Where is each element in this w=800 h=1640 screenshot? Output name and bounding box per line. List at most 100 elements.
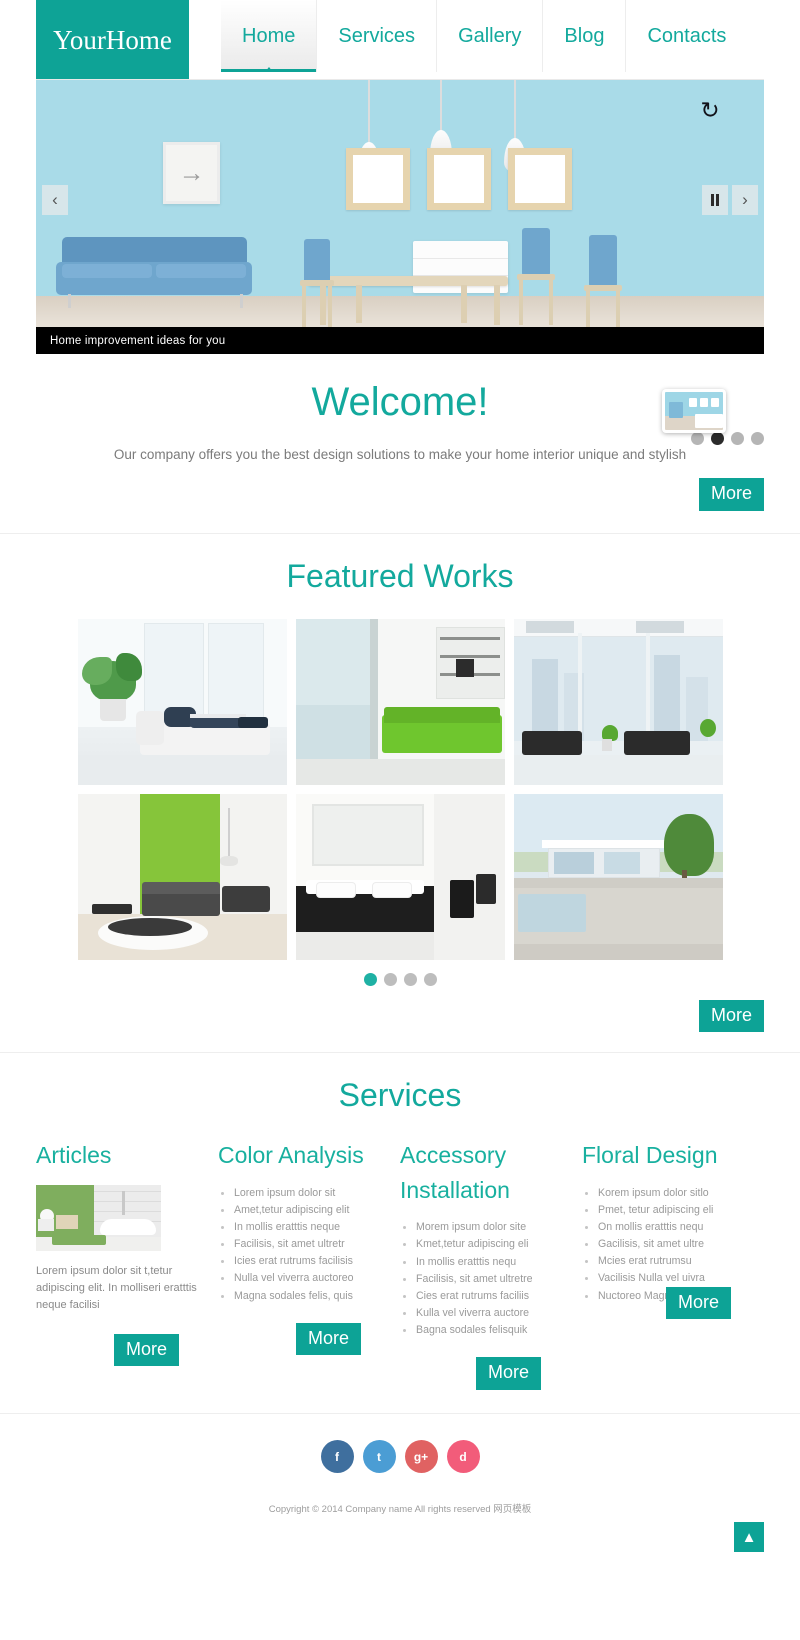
service-column-floral-design: Floral Design Korem ipsum dolor sitlo Pm… [582,1138,764,1395]
social-label: f [335,1449,339,1464]
list-item[interactable]: Korem ipsum dolor sitlo [582,1185,746,1202]
slide-caption: Home improvement ideas for you [36,327,764,354]
list-item[interactable]: Kmet,tetur adipiscing eli [400,1236,564,1253]
twitter-icon[interactable]: t [362,1440,396,1474]
color-analysis-more-button[interactable]: More [296,1322,362,1356]
refresh-icon[interactable]: ↻ [698,98,722,122]
nav-label: Home [242,24,296,47]
work-thumb-3[interactable] [513,618,723,785]
list-item[interactable]: Facilisis, sit amet ultretre [400,1271,564,1288]
list-item[interactable]: Facilisis, sit amet ultretr [218,1236,382,1253]
hero-slider[interactable]: → ↻ ‹ › Home improvement ideas for you [36,80,764,354]
nav-label: Gallery [458,24,522,47]
service-heading: Color Analysis [218,1142,364,1169]
social-label: g+ [413,1449,429,1464]
accessory-more-button[interactable]: More [476,1357,542,1390]
nav-item-blog[interactable]: Blog [542,0,625,72]
list-item[interactable]: Nulla vel viverra auctoreo [218,1270,382,1287]
nav-item-home[interactable]: Home [221,0,317,72]
social-links: f t g+ d [0,1440,800,1474]
list-item[interactable]: Pmet, tetur adipiscing eli [582,1202,746,1219]
service-column-color-analysis: Color Analysis Lorem ipsum dolor sit Ame… [218,1138,400,1395]
slider-dot-4[interactable] [751,432,764,445]
featured-works-title: Featured Works [286,557,514,594]
services-title: Services [338,1077,462,1114]
site-logo[interactable]: YourHome [36,0,189,80]
work-thumb-4[interactable] [77,793,287,960]
slider-pagination [691,432,764,445]
site-header: YourHome Home Services Gallery Blog Cont… [0,0,800,80]
nav-label: Blog [564,24,605,47]
copyright-text: Copyright © 2014 Company name All rights… [268,1504,532,1516]
main-navigation: Home Services Gallery Blog Contacts [221,0,747,80]
articles-thumbnail[interactable] [36,1184,161,1251]
works-dot-3[interactable] [403,972,417,986]
list-item[interactable]: Bagna sodales felisquik [400,1322,564,1339]
works-dot-4[interactable] [423,972,437,986]
service-column-accessory-installation: Accessory Installation Morem ipsum dolor… [400,1138,582,1395]
slider-pause-button[interactable] [702,185,728,215]
back-to-top-button[interactable]: ▲ [734,1522,764,1553]
google-plus-icon[interactable]: g+ [404,1440,438,1474]
slide-arrow-art-icon: → [178,157,205,188]
logo-text: YourHome [53,24,172,55]
works-dot-1[interactable] [363,972,377,986]
welcome-more-button[interactable]: More [698,478,764,511]
welcome-subtitle: Our company offers you the best design s… [113,447,687,462]
service-heading: Accessory Installation [400,1142,510,1203]
slider-dot-1[interactable] [691,432,704,445]
work-thumb-2[interactable] [295,618,505,785]
list-item[interactable]: On mollis eratttis nequ [582,1219,746,1236]
featured-works-section: Featured Works More [0,534,800,1054]
work-thumb-6[interactable] [513,793,723,960]
list-item[interactable]: Icies erat rutrums facilisis [218,1253,382,1270]
slide-caption-text: Home improvement ideas for you [50,334,226,347]
service-text: Lorem ipsum dolor sit t,tetur adipiscing… [36,1264,197,1311]
floral-more-button[interactable]: More [666,1286,732,1320]
list-item[interactable]: Morem ipsum dolor site [400,1219,564,1236]
nav-label: Contacts [647,24,727,47]
nav-label: Services [338,24,416,47]
welcome-section: Welcome! Our company offers you the best… [0,354,800,534]
service-list: Lorem ipsum dolor sit Amet,tetur adipisc… [218,1185,382,1305]
featured-works-grid [0,618,800,960]
facebook-icon[interactable]: f [320,1440,354,1474]
social-label: d [459,1449,467,1464]
articles-more-button[interactable]: More [114,1333,180,1367]
list-item[interactable]: Gacilisis, sit amet ultre [582,1236,746,1253]
nav-item-gallery[interactable]: Gallery [436,0,542,72]
works-dot-2[interactable] [383,972,397,986]
featured-works-pagination [0,972,800,986]
slider-dot-3[interactable] [731,432,744,445]
page-root: YourHome Home Services Gallery Blog Cont… [0,0,800,1640]
service-heading: Articles [36,1142,112,1169]
work-thumb-5[interactable] [295,793,505,960]
list-item[interactable]: Kulla vel viverra auctore [400,1305,564,1322]
service-heading: Floral Design [582,1142,718,1169]
services-section: Services Articles Lorem ipsum dolor sit … [0,1053,800,1415]
service-list: Morem ipsum dolor site Kmet,tetur adipis… [400,1219,564,1339]
chevron-up-icon: ▲ [741,1528,757,1546]
work-thumb-1[interactable] [77,618,287,785]
social-label: t [377,1449,381,1464]
pause-icon [711,194,719,206]
list-item[interactable]: Vacilisis Nulla vel uivra [582,1270,746,1287]
featured-more-button[interactable]: More [698,999,764,1033]
service-column-articles: Articles Lorem ipsum dolor sit t,tetur a… [36,1138,218,1395]
list-item[interactable]: Cies erat rutrums faciliis [400,1288,564,1305]
services-columns: Articles Lorem ipsum dolor sit t,tetur a… [0,1138,800,1395]
list-item[interactable]: Lorem ipsum dolor sit [218,1185,382,1202]
slider-prev-button[interactable]: ‹ [42,185,68,215]
slider-next-button[interactable]: › [732,185,758,215]
nav-item-contacts[interactable]: Contacts [625,0,747,72]
dribbble-icon[interactable]: d [446,1440,480,1474]
list-item[interactable]: Magna sodales felis, quis [218,1288,382,1305]
site-footer: f t g+ d Copyright © 2014 Company name A… [0,1414,800,1574]
nav-item-services[interactable]: Services [316,0,436,72]
slider-dot-2[interactable] [711,432,724,445]
hero-slide-image: → [36,80,764,354]
list-item[interactable]: Mcies erat rutrumsu [582,1253,746,1270]
list-item[interactable]: In mollis eratttis neque [218,1219,382,1236]
list-item[interactable]: In mollis eratttis nequ [400,1254,564,1271]
list-item[interactable]: Amet,tetur adipiscing elit [218,1202,382,1219]
